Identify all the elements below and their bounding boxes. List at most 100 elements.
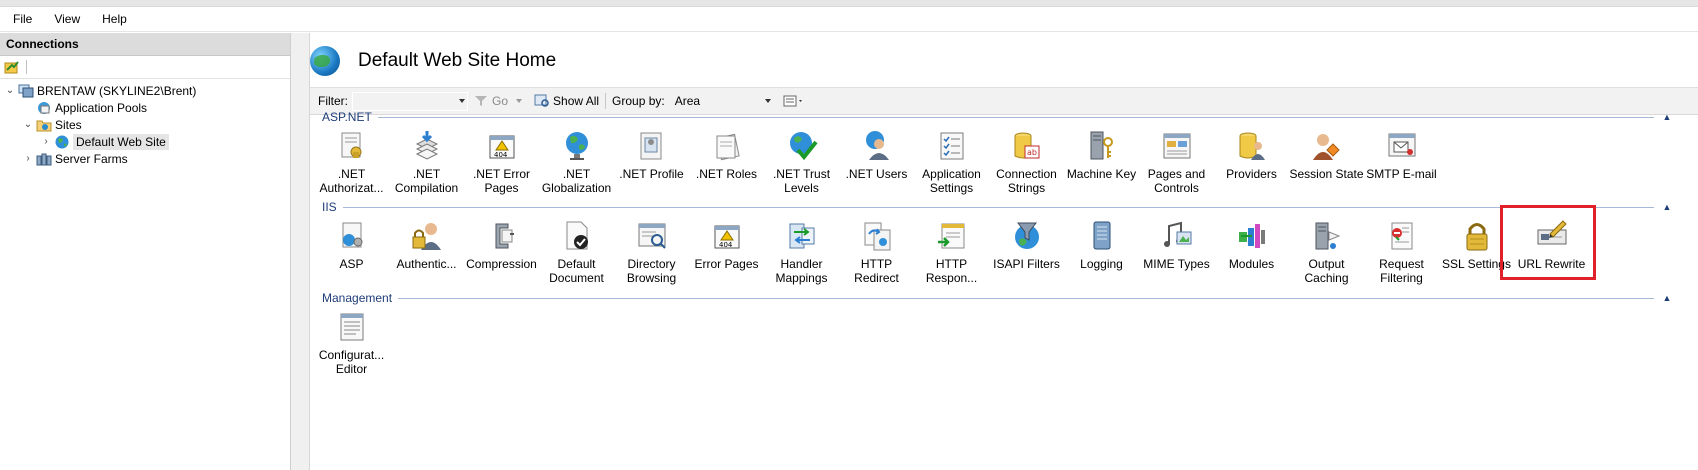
feature-configuration-editor[interactable]: Configurat... Editor	[314, 309, 389, 376]
collapse-icon[interactable]: ▲	[1662, 202, 1672, 212]
isapi-filters-icon	[1011, 220, 1043, 252]
net-trust-levels-icon	[786, 130, 818, 162]
application-settings-icon	[936, 130, 968, 162]
net-roles-icon	[711, 130, 743, 162]
configuration-editor-icon	[336, 311, 368, 343]
machine-key-icon	[1086, 130, 1118, 162]
feature-session-state[interactable]: Session State	[1289, 128, 1364, 195]
tree-item-server[interactable]: ⌄ BRENTAW (SKYLINE2\Brent)	[0, 82, 290, 99]
funnel-icon	[475, 96, 487, 106]
ssl-settings-icon	[1461, 220, 1493, 252]
chevron-right-icon[interactable]: ›	[40, 136, 52, 147]
connect-icon[interactable]	[4, 60, 20, 74]
authentication-icon	[411, 220, 443, 252]
svg-text:404: 404	[494, 151, 508, 159]
feature-net-roles[interactable]: .NET Roles	[689, 128, 764, 195]
section-divider	[342, 206, 1654, 208]
collapse-icon[interactable]: ▲	[1662, 112, 1672, 122]
feature-http-response-headers[interactable]: HTTP Respon...	[914, 218, 989, 285]
server-icon	[18, 84, 34, 98]
feature-default-document[interactable]: Default Document	[539, 218, 614, 285]
connections-toolbar	[0, 56, 290, 79]
feature-directory-browsing[interactable]: Directory Browsing	[614, 218, 689, 285]
collapse-icon[interactable]: ▲	[1662, 293, 1672, 303]
page-header: Default Web Site Home	[310, 33, 1698, 89]
feature-application-settings[interactable]: Application Settings	[914, 128, 989, 195]
chevron-right-icon[interactable]: ›	[22, 153, 34, 164]
section-iis-header: IIS ▲	[322, 200, 1672, 214]
tree-item-application-pools[interactable]: Application Pools	[0, 99, 290, 116]
providers-icon	[1236, 130, 1268, 162]
pages-controls-icon	[1161, 130, 1193, 162]
feature-handler-mappings[interactable]: Handler Mappings	[764, 218, 839, 285]
feature-net-users[interactable]: .NET Users	[839, 128, 914, 195]
feature-providers[interactable]: Providers	[1214, 128, 1289, 195]
menu-bar: File View Help	[0, 7, 1698, 32]
handler-mappings-icon	[786, 220, 818, 252]
feature-net-compilation[interactable]: .NET Compilation	[389, 128, 464, 195]
tree-item-server-farms[interactable]: › Server Farms	[0, 150, 290, 167]
smtp-email-icon	[1386, 130, 1418, 162]
http-response-headers-icon	[936, 220, 968, 252]
toolbar-separator	[605, 93, 607, 109]
globe-icon	[310, 46, 340, 76]
net-compilation-icon	[411, 130, 443, 162]
feature-net-trust-levels[interactable]: .NET Trust Levels	[764, 128, 839, 195]
http-redirect-icon	[861, 220, 893, 252]
view-mode-button[interactable]	[783, 95, 805, 107]
app-pools-icon	[36, 101, 52, 115]
sites-folder-icon	[36, 118, 52, 132]
feature-net-globalization[interactable]: .NET Globalization	[539, 128, 614, 195]
connections-pane: Connections ⌄ BRENTAW (SKYLINE2\Brent) A…	[0, 33, 291, 470]
asp-icon	[336, 220, 368, 252]
feature-error-pages[interactable]: 404 Error Pages	[689, 218, 764, 285]
feature-mime-types[interactable]: MIME Types	[1139, 218, 1214, 285]
feature-net-profile[interactable]: .NET Profile	[614, 128, 689, 195]
error-pages-icon: 404	[711, 220, 743, 252]
section-divider	[377, 116, 1654, 118]
filter-input[interactable]	[352, 91, 468, 111]
menu-help[interactable]: Help	[89, 12, 136, 26]
feature-isapi-filters[interactable]: ISAPI Filters	[989, 218, 1064, 285]
go-button[interactable]: Go	[474, 94, 523, 108]
connections-tree: ⌄ BRENTAW (SKYLINE2\Brent) Application P…	[0, 79, 290, 167]
feature-logging[interactable]: Logging	[1064, 218, 1139, 285]
toolbar-separator	[26, 60, 27, 74]
section-divider	[398, 297, 1654, 299]
menu-file[interactable]: File	[0, 12, 41, 26]
feature-output-caching[interactable]: Output Caching	[1289, 218, 1364, 285]
chevron-down-icon[interactable]: ⌄	[4, 85, 16, 96]
compression-icon	[486, 220, 518, 252]
output-caching-icon	[1311, 220, 1343, 252]
group-by-label: Group by:	[612, 94, 665, 108]
feature-modules[interactable]: Modules	[1214, 218, 1289, 285]
tree-item-default-web-site[interactable]: › Default Web Site	[0, 133, 290, 150]
net-profile-icon	[636, 130, 668, 162]
chevron-down-icon[interactable]	[764, 98, 771, 103]
feature-compression[interactable]: Compression	[464, 218, 539, 285]
session-state-icon	[1311, 130, 1343, 162]
feature-request-filtering[interactable]: Request Filtering	[1364, 218, 1439, 285]
group-by-select[interactable]: Area	[671, 93, 773, 110]
request-filtering-icon	[1386, 220, 1418, 252]
feature-authentication[interactable]: Authentic...	[389, 218, 464, 285]
feature-connection-strings[interactable]: ab Connection Strings	[989, 128, 1064, 195]
chevron-down-icon[interactable]	[459, 98, 465, 103]
net-globalization-icon	[561, 130, 593, 162]
server-farms-icon	[36, 152, 52, 166]
show-all-icon	[534, 94, 549, 107]
feature-machine-key[interactable]: Machine Key	[1064, 128, 1139, 195]
feature-smtp-email[interactable]: SMTP E-mail	[1364, 128, 1439, 195]
feature-net-authorization[interactable]: .NET Authorizat...	[314, 128, 389, 195]
chevron-down-icon[interactable]: ⌄	[22, 119, 34, 130]
feature-pages-and-controls[interactable]: Pages and Controls	[1139, 128, 1214, 195]
menu-view[interactable]: View	[41, 12, 89, 26]
net-users-icon	[861, 130, 893, 162]
tree-item-sites[interactable]: ⌄ Sites	[0, 116, 290, 133]
feature-http-redirect[interactable]: HTTP Redirect	[839, 218, 914, 285]
feature-net-error-pages[interactable]: 404 .NET Error Pages	[464, 128, 539, 195]
pane-splitter[interactable]	[291, 33, 310, 470]
show-all-button[interactable]: Show All	[534, 94, 599, 108]
feature-asp[interactable]: ASP	[314, 218, 389, 285]
chevron-down-icon[interactable]	[516, 99, 523, 103]
